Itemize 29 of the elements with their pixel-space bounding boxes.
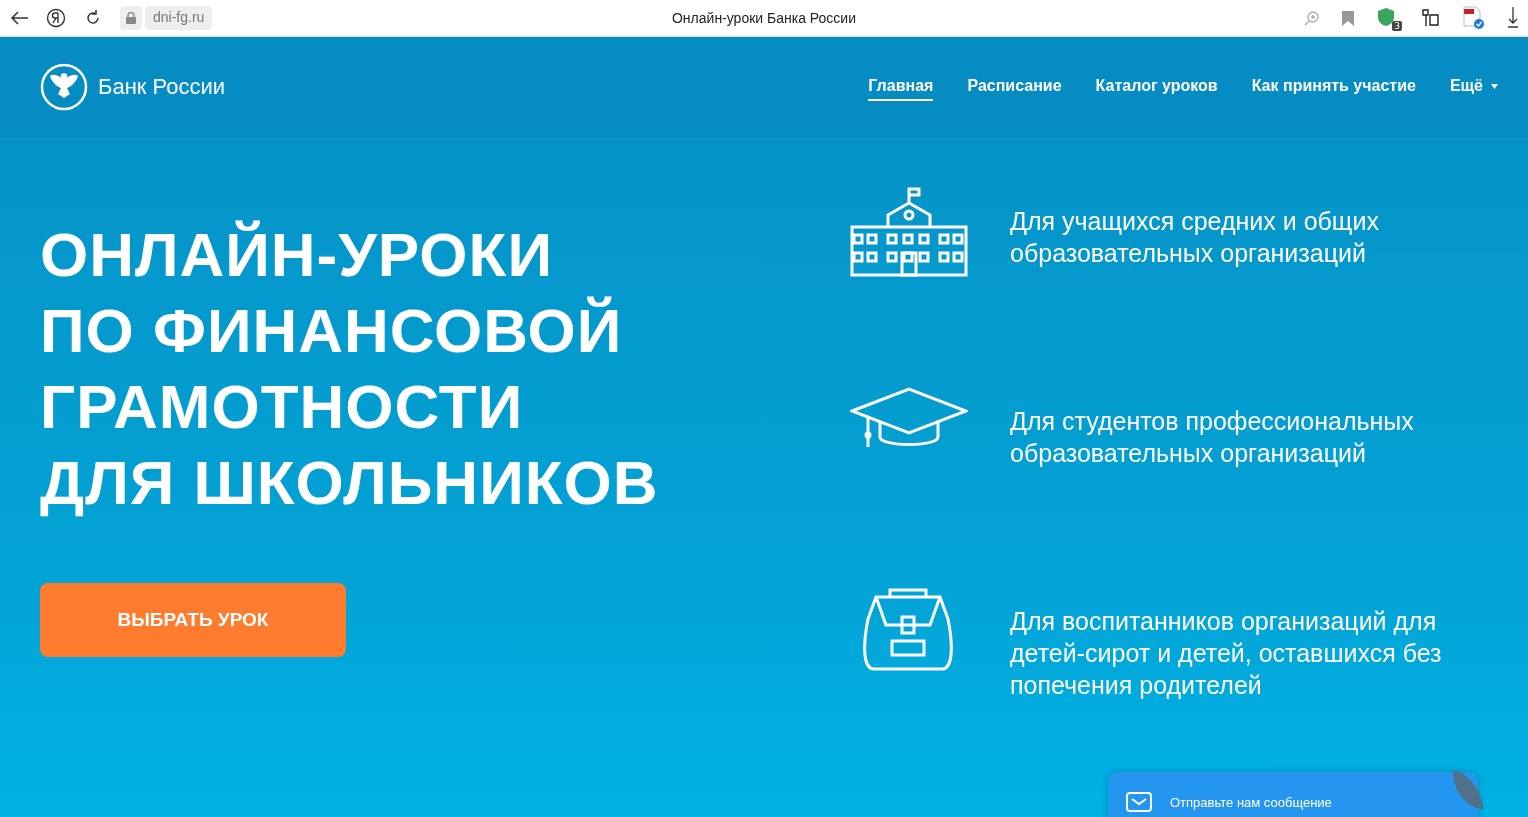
hero-title-line: ПО ФИНАНСОВОЙ [40, 295, 623, 367]
address-bar[interactable]: dni-fg.ru [145, 6, 213, 30]
pdf-extension-icon[interactable] [1462, 6, 1486, 30]
nav-link[interactable]: Главная [868, 73, 934, 101]
back-icon[interactable] [10, 11, 28, 25]
leaf-shape-icon [1453, 770, 1483, 810]
envelope-icon [1126, 792, 1152, 812]
page-title: Онлайн-уроки Банка России [672, 10, 856, 26]
nav-link[interactable]: Ещё [1449, 73, 1498, 101]
eagle-emblem-icon [40, 63, 88, 111]
bookmark-icon[interactable] [1342, 10, 1354, 26]
logo-text: Банк России [98, 74, 226, 100]
audience-text: Для воспитанников организаций для детей-сирот и детей, оставшихся без попечения родителей [1010, 606, 1443, 701]
audience-text: Для студентов профессиональных образовательных организаций [1010, 406, 1415, 469]
hero-title-line: ДЛЯ ШКОЛЬНИКОВ [40, 447, 659, 519]
nav-link[interactable]: Каталог уроков [1095, 73, 1218, 101]
download-icon[interactable] [1508, 7, 1518, 29]
hero-title-line: ГРАМОТНОСТИ [40, 371, 524, 443]
lock-icon [120, 6, 142, 30]
school-building-icon [850, 187, 968, 277]
browser-logo-icon[interactable] [46, 8, 66, 28]
audience-text: Для учащихся средних и общих образовательных организаций [1010, 206, 1380, 269]
puzzle-extension-icon[interactable] [1420, 8, 1440, 28]
chat-widget[interactable]: Отправьте нам сообщение [1108, 772, 1478, 817]
reload-icon[interactable] [84, 9, 102, 27]
choose-lesson-button[interactable]: ВЫБРАТЬ УРОК [40, 583, 346, 657]
hero-title-line: ОНЛАЙН-УРОКИ [40, 219, 553, 291]
nav-link[interactable]: Расписание [967, 73, 1062, 101]
nav-link[interactable]: Как принять участие [1251, 73, 1416, 101]
